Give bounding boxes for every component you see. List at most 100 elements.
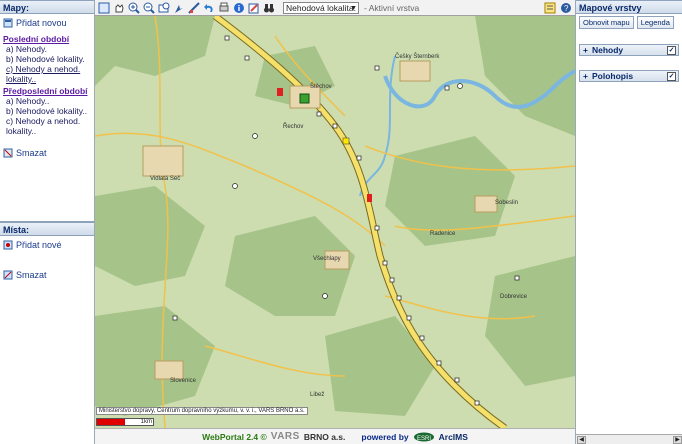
active-layer-value: Nehodová lokalita. bbox=[286, 2, 356, 13]
info-icon bbox=[234, 2, 244, 13]
maps-title: Mapy: bbox=[0, 0, 94, 14]
map-svg bbox=[95, 16, 575, 428]
town-area bbox=[154, 360, 184, 380]
forest-area bbox=[475, 16, 575, 136]
zoom-out-tool[interactable] bbox=[142, 1, 156, 15]
map-label: Libež bbox=[310, 392, 325, 398]
map-label: Češky Šternberk bbox=[395, 54, 440, 60]
map-label: Všechlapy bbox=[313, 256, 341, 262]
toolbar-right: ? bbox=[543, 1, 573, 15]
town-area bbox=[399, 60, 431, 82]
scale-bar: 1km bbox=[96, 418, 154, 426]
map-label: Radenice bbox=[430, 231, 456, 237]
zoom-box-tool[interactable] bbox=[157, 1, 171, 15]
scroll-right-icon[interactable]: ▶ bbox=[673, 436, 682, 444]
prev-period-title: Předposlední období bbox=[3, 86, 88, 96]
legend-toggle-tool[interactable] bbox=[543, 1, 557, 15]
active-layer-select[interactable]: Nehodová lokalita. ▼ bbox=[283, 1, 359, 14]
full-extent-icon bbox=[98, 2, 110, 13]
chevron-down-icon: ▼ bbox=[350, 4, 357, 12]
zoom-box-icon bbox=[158, 2, 170, 12]
delete-map-button[interactable]: Smazat bbox=[0, 144, 94, 162]
map-item-last-a[interactable]: a) Nehody. bbox=[0, 44, 94, 54]
edit-tool[interactable] bbox=[247, 1, 261, 15]
delete-place-icon bbox=[3, 270, 13, 280]
map-label: Dobrevice bbox=[500, 294, 528, 300]
map-credit: Ministerstvo dopravy, Centrum dopravního… bbox=[96, 407, 308, 415]
layer-nehody[interactable]: + Nehody ✓ bbox=[579, 44, 679, 56]
layer-label: Polohopis bbox=[591, 71, 634, 81]
map-item-prev-a[interactable]: a) Nehody.. bbox=[0, 96, 94, 106]
map-item-prev-b[interactable]: b) Nehodové lokality.. bbox=[0, 106, 94, 116]
zoom-in-tool[interactable] bbox=[127, 1, 141, 15]
accident-marker[interactable] bbox=[342, 137, 350, 145]
right-panel: Mapové vrstvy Obnovit mapu Legenda + Neh… bbox=[575, 0, 682, 444]
info-tool[interactable] bbox=[232, 1, 246, 15]
legend-button[interactable]: Legenda bbox=[636, 16, 674, 29]
active-layer-label: - Aktivní vrstva bbox=[364, 2, 420, 13]
vars-brno: BRNO a.s. bbox=[303, 431, 346, 442]
map-item-last-b[interactable]: b) Nehodové lokality. bbox=[0, 54, 94, 64]
app-root: Mapy: Přidat novou Poslední období a) Ne… bbox=[0, 0, 682, 444]
accident-locality[interactable] bbox=[277, 88, 283, 96]
map-item-prev-c[interactable]: c) Nehody a nehod. lokality.. bbox=[0, 116, 94, 136]
app-version: WebPortal 2.4 © bbox=[202, 431, 267, 442]
maps-section: Mapy: Přidat novou Poslední období a) Ne… bbox=[0, 0, 94, 222]
scale-bar-label: 1km bbox=[140, 419, 152, 425]
add-place-button[interactable]: Přidat nové bbox=[0, 236, 94, 254]
vars-logo: VARS bbox=[270, 431, 300, 442]
svg-text:?: ? bbox=[564, 4, 569, 13]
map-label: Řechov bbox=[283, 124, 304, 130]
last-period-title: Poslední období bbox=[3, 34, 70, 44]
layer-polohopis[interactable]: + Polohopis ✓ bbox=[579, 70, 679, 82]
layers-icon bbox=[544, 2, 556, 14]
places-title: Místa: bbox=[0, 222, 94, 236]
accident-locality[interactable] bbox=[367, 194, 372, 202]
scroll-left-icon[interactable]: ◀ bbox=[577, 436, 586, 444]
status-bar: WebPortal 2.4 © VARS BRNO a.s. powered b… bbox=[95, 428, 575, 444]
help-icon: ? bbox=[561, 3, 571, 13]
refresh-map-button[interactable]: Obnovit mapu bbox=[579, 16, 634, 29]
identify-tool[interactable] bbox=[172, 1, 186, 15]
edit-icon bbox=[248, 3, 259, 13]
find-tool[interactable] bbox=[262, 1, 276, 15]
left-panel: Mapy: Přidat novou Poslední období a) Ne… bbox=[0, 0, 95, 444]
town-area bbox=[142, 145, 184, 177]
full-extent-tool[interactable] bbox=[97, 1, 111, 15]
print-icon bbox=[219, 2, 229, 11]
help-tool[interactable]: ? bbox=[559, 1, 573, 15]
delete-place-button[interactable]: Smazat bbox=[0, 266, 94, 284]
map-toolbar: Nehodová lokalita. ▼ - Aktivní vrstva ? bbox=[95, 0, 575, 16]
delete-map-icon bbox=[3, 148, 13, 158]
esri-logo: ESRI bbox=[413, 432, 434, 442]
binoculars-icon bbox=[264, 3, 274, 12]
add-place-icon bbox=[3, 240, 13, 250]
map-canvas[interactable]: Štěchov Vidlatá Seč Všechlapy Slovenice … bbox=[95, 16, 575, 428]
expand-icon[interactable]: + bbox=[583, 45, 588, 55]
layers-buttons: Obnovit mapu Legenda bbox=[576, 14, 682, 31]
identify-icon bbox=[175, 4, 183, 13]
measure-icon bbox=[188, 1, 200, 14]
undo-tool[interactable] bbox=[202, 1, 216, 15]
pan-tool[interactable] bbox=[112, 1, 126, 15]
measure-tool[interactable] bbox=[187, 1, 201, 15]
expand-icon[interactable]: + bbox=[583, 71, 588, 81]
add-map-button[interactable]: Přidat novou bbox=[0, 14, 94, 32]
horizontal-scrollbar[interactable]: ◀ ▶ bbox=[576, 434, 682, 444]
map-label: Slovenice bbox=[170, 378, 197, 384]
delete-map-label: Smazat bbox=[16, 148, 47, 158]
print-tool[interactable] bbox=[217, 1, 231, 15]
stream bbox=[359, 55, 396, 197]
layer-checkbox[interactable]: ✓ bbox=[667, 72, 676, 81]
add-map-icon bbox=[3, 18, 13, 28]
arcims-label: ArcIMS bbox=[438, 431, 468, 442]
forest-area bbox=[95, 16, 215, 86]
delete-place-label: Smazat bbox=[16, 270, 47, 280]
map-label: Sobeslin bbox=[495, 200, 519, 206]
undo-icon bbox=[204, 3, 213, 12]
forest-area bbox=[95, 186, 205, 286]
forest-area bbox=[325, 316, 435, 416]
layer-checkbox[interactable]: ✓ bbox=[667, 46, 676, 55]
map-item-last-c[interactable]: c) Nehody a nehod. lokality.. bbox=[0, 64, 94, 84]
add-map-label: Přidat novou bbox=[16, 18, 67, 28]
